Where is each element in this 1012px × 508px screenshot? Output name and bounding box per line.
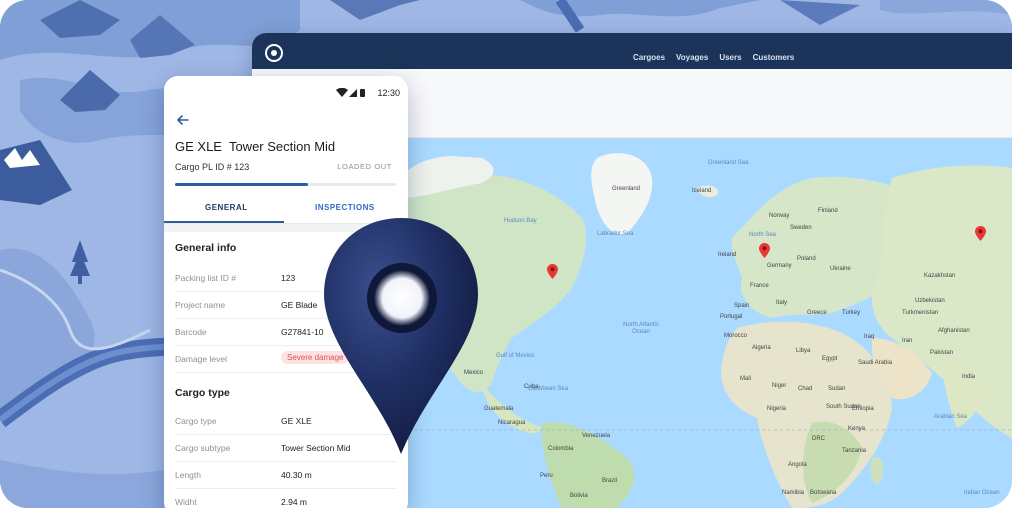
- label-france: France: [750, 283, 769, 289]
- label-india: India: [962, 374, 976, 380]
- label-peru: Peru: [540, 473, 553, 479]
- label-nicaragua: Nicaragua: [498, 420, 526, 426]
- label-greenlandsea: Greenland Sea: [708, 160, 749, 166]
- label-egypt: Egypt: [822, 356, 838, 362]
- label-italy: Italy: [776, 300, 788, 306]
- tab-general[interactable]: GENERAL: [205, 203, 248, 212]
- hero-stage: Cargoes Voyages Users Customers Greenlan…: [0, 0, 1012, 508]
- label-ukraine: Ukraine: [830, 266, 851, 272]
- label-uzbekistan: Uzbekistan: [915, 298, 945, 304]
- length-label: Length: [175, 470, 201, 480]
- label-angola: Angola: [788, 462, 807, 468]
- packing-list-value: 123: [281, 273, 296, 283]
- top-navbar: Cargoes Voyages Users Customers: [252, 33, 1012, 69]
- label-sweden: Sweden: [790, 225, 812, 231]
- label-greece: Greece: [807, 310, 827, 316]
- label-poland: Poland: [797, 256, 816, 262]
- app-logo-icon[interactable]: [265, 44, 283, 62]
- nav-customers[interactable]: Customers: [753, 53, 795, 62]
- label-germany: Germany: [767, 263, 792, 269]
- label-iceland: Iceland: [692, 188, 712, 194]
- label-ireland: Ireland: [718, 252, 737, 258]
- label-libya: Libya: [796, 348, 811, 354]
- label-norway: Norway: [769, 213, 790, 219]
- length-value: 40.30 m: [281, 470, 312, 480]
- barcode-label: Barcode: [175, 327, 207, 337]
- label-portugal: Portugal: [720, 314, 743, 320]
- label-finland: Finland: [818, 208, 838, 214]
- label-northsea: North Sea: [749, 232, 777, 238]
- cargo-type-label: Cargo type: [175, 416, 217, 426]
- label-kazakhstan: Kazakhstan: [924, 273, 956, 279]
- general-info-heading: General info: [175, 242, 237, 254]
- cargo-type-heading: Cargo type: [175, 387, 230, 399]
- label-spain: Spain: [734, 303, 750, 309]
- project-name-value: GE Blade: [281, 300, 318, 310]
- status-label: LOADED OUT: [337, 162, 392, 171]
- label-chad: Chad: [798, 386, 813, 392]
- damage-level-label: Damage level: [175, 354, 227, 364]
- back-arrow-icon[interactable]: [175, 112, 191, 128]
- label-labradorsea: Labrador Sea: [597, 231, 634, 237]
- progress-fill: [175, 183, 308, 186]
- map-marker-a[interactable]: [759, 243, 770, 258]
- cargo-title: GE XLE Tower Section Mid: [175, 139, 336, 154]
- label-greenland: Greenland: [612, 186, 641, 192]
- label-gulfmexico: Gulf of Mexico: [496, 353, 535, 359]
- tab-inspections[interactable]: INSPECTIONS: [315, 203, 375, 212]
- label-kenya: Kenya: [848, 426, 866, 432]
- cargo-type-value: GE XLE: [281, 416, 312, 426]
- nav-links: Cargoes Voyages Users Customers: [633, 53, 805, 62]
- label-morocco: Morocco: [724, 333, 748, 339]
- label-southsudan: South Sudan: [826, 404, 861, 410]
- nav-voyages[interactable]: Voyages: [676, 53, 708, 62]
- signal-battery-icon: [336, 88, 365, 97]
- status-time: 12:30: [377, 88, 400, 98]
- label-guatemala: Guatemala: [484, 406, 514, 412]
- label-northatlantic: North Atlantic Ocean: [623, 322, 659, 335]
- label-niger: Niger: [772, 383, 787, 389]
- label-brazil: Brazil: [602, 478, 618, 484]
- label-bolivia: Bolivia: [570, 493, 588, 499]
- label-tanzania: Tanzania: [842, 448, 867, 454]
- label-arabian: Arabian Sea: [934, 414, 968, 420]
- label-colombia: Colombia: [548, 446, 574, 452]
- label-caribbean: Caribbean Sea: [528, 386, 569, 392]
- label-botswana: Botswana: [810, 490, 837, 496]
- status-bar: 12:30: [164, 76, 408, 110]
- active-tab-underline: [164, 221, 284, 223]
- label-venezuela: Venezuela: [582, 433, 611, 439]
- label-turkey: Turkey: [842, 310, 861, 316]
- label-saudi: Saudi Arabia: [858, 360, 893, 366]
- label-afghanistan: Afghanistan: [938, 328, 970, 334]
- nav-users[interactable]: Users: [719, 53, 741, 62]
- label-iraq: Iraq: [864, 334, 875, 340]
- label-namibia: Namibia: [782, 490, 805, 496]
- width-label: Widht: [175, 497, 197, 507]
- packing-list-label: Packing list ID #: [175, 273, 236, 283]
- label-iran: Iran: [902, 338, 913, 344]
- label-algeria: Algeria: [752, 345, 771, 351]
- label-turkmenistan: Turkmenistan: [902, 310, 939, 316]
- cargo-subtitle: Cargo PL ID # 123: [175, 162, 250, 172]
- map-marker-c[interactable]: [975, 226, 986, 241]
- cargo-subtype-label: Cargo subtype: [175, 443, 231, 453]
- project-name-label: Project name: [175, 300, 226, 310]
- label-sudan: Sudan: [828, 386, 846, 392]
- nav-cargoes[interactable]: Cargoes: [633, 53, 665, 62]
- label-drc: DRC: [812, 436, 825, 442]
- label-nigeria: Nigeria: [767, 406, 787, 412]
- location-pin-icon: [324, 218, 478, 454]
- label-hudsonbay: Hudson Bay: [504, 218, 537, 224]
- map-marker-b[interactable]: [547, 264, 558, 279]
- label-mali: Mali: [740, 376, 752, 382]
- label-pakistan: Pakistan: [930, 350, 954, 356]
- width-value: 2.94 m: [281, 497, 307, 507]
- info-row: Length 40.30 m: [175, 462, 396, 489]
- label-indianocean: Indian Ocean: [964, 490, 1000, 496]
- status-progress-bar: [175, 183, 396, 186]
- info-row: Widht 2.94 m: [175, 489, 396, 508]
